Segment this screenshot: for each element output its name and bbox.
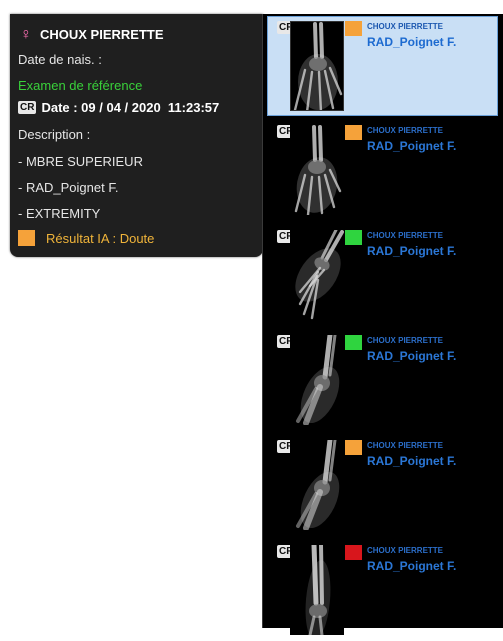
ai-result-status-swatch <box>18 230 35 246</box>
series-patient-name: CHOUX PIERRETTE <box>367 231 444 240</box>
series-patient-name: CHOUX PIERRETTE <box>367 22 444 31</box>
series-name: RAD_Poignet F. <box>367 349 457 363</box>
ai-status-swatch <box>345 21 362 36</box>
description-line: - EXTREMITY <box>18 206 101 221</box>
exam-date: Date : 09 / 04 / 2020 11:23:57 <box>41 100 220 115</box>
series-patient-name: CHOUX PIERRETTE <box>367 546 444 555</box>
series-thumbnail[interactable] <box>290 545 344 635</box>
series-patient-name: CHOUX PIERRETTE <box>367 441 444 450</box>
series-name: RAD_Poignet F. <box>367 244 457 258</box>
series-item[interactable]: CR CHOUX PIERRETTE RAD_Poignet F. <box>268 541 497 641</box>
series-thumbnail[interactable] <box>290 125 344 215</box>
ai-status-swatch <box>345 125 362 140</box>
ai-result-text: Résultat IA : Doute <box>46 230 155 246</box>
series-item[interactable]: CR CHOUX PIERRETTE RAD_Poignet F. <box>268 331 497 431</box>
series-item[interactable]: CR CHOUX PIERRETTE RAD_Poignet F. <box>268 436 497 536</box>
series-thumbnail[interactable] <box>290 440 344 530</box>
ai-result-row: Résultat IA : Doute <box>18 230 154 246</box>
series-patient-name: CHOUX PIERRETTE <box>367 336 444 345</box>
description-label: Description : <box>18 127 91 142</box>
reference-exam-label: Examen de référence <box>18 78 143 93</box>
ai-status-swatch <box>345 545 362 560</box>
ai-status-swatch <box>345 440 362 455</box>
description-line: - MBRE SUPERIEUR <box>18 154 143 169</box>
patient-name-row: ♀ CHOUX PIERRETTE <box>18 25 164 43</box>
female-icon: ♀ <box>20 25 32 43</box>
birth-date-label: Date de nais. : <box>18 52 102 67</box>
series-item[interactable]: CR CHOUX PIERRETTE RAD_Poignet F. <box>268 226 497 326</box>
series-thumbnail[interactable] <box>290 335 344 425</box>
series-name: RAD_Poignet F. <box>367 35 457 49</box>
series-list[interactable]: CR CHOUX PIERRETTE RAD_Poignet F. CR CHOUX P… <box>262 14 503 635</box>
patient-info-panel: ♀ CHOUX PIERRETTE Date de nais. : Examen… <box>10 14 263 257</box>
exam-date-row: CR Date : 09 / 04 / 2020 11:23:57 <box>18 100 219 115</box>
series-name: RAD_Poignet F. <box>367 559 457 573</box>
description-line: - RAD_Poignet F. <box>18 180 119 195</box>
series-name: RAD_Poignet F. <box>367 139 457 153</box>
series-thumbnail[interactable] <box>290 230 344 320</box>
series-thumbnail[interactable] <box>290 21 344 111</box>
series-name: RAD_Poignet F. <box>367 454 457 468</box>
panel-divider <box>262 14 263 628</box>
modality-badge: CR <box>18 101 37 114</box>
series-item[interactable]: CR CHOUX PIERRETTE RAD_Poignet F. <box>267 16 498 116</box>
ai-status-swatch <box>345 335 362 350</box>
series-item[interactable]: CR CHOUX PIERRETTE RAD_Poignet F. <box>268 121 497 221</box>
patient-name: CHOUX PIERRETTE <box>40 27 164 42</box>
ai-status-swatch <box>345 230 362 245</box>
series-patient-name: CHOUX PIERRETTE <box>367 126 444 135</box>
